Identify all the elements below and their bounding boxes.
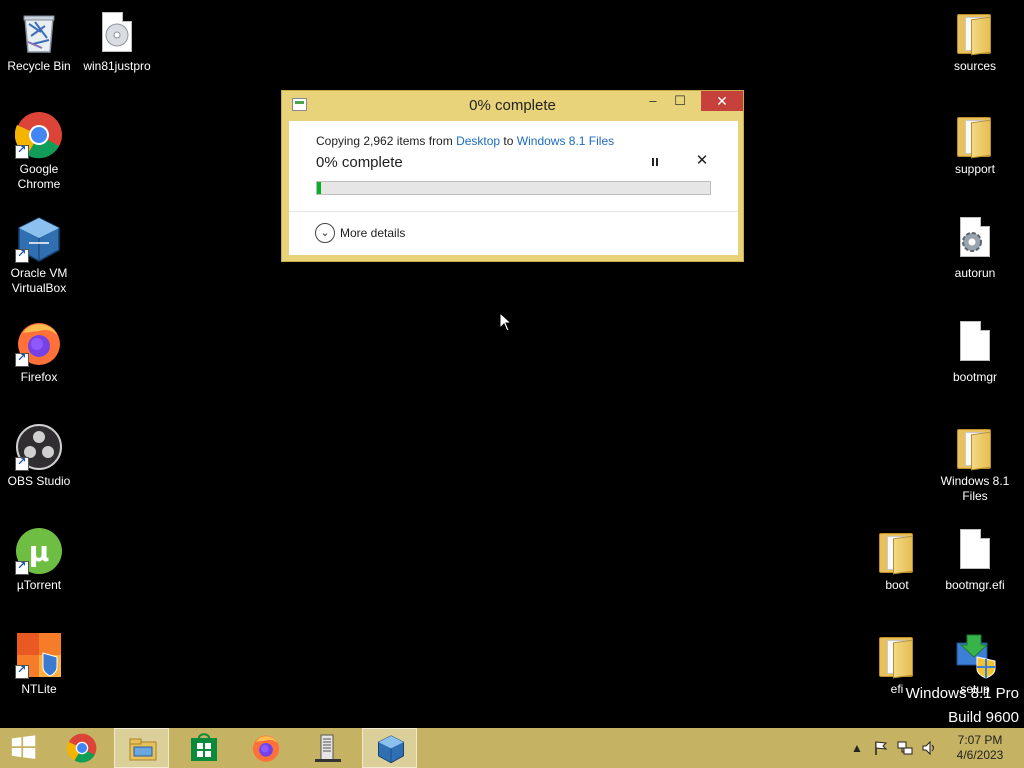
copy-prefix: Copying 2,962 items from: [316, 134, 457, 148]
percent-complete-label: 0% complete: [316, 154, 403, 171]
taskbar-clock[interactable]: 7:07 PM 4/6/2023: [944, 733, 1016, 763]
mouse-cursor-icon: [499, 312, 513, 332]
windows-watermark-edition: Windows 8.1 Pro: [905, 685, 1019, 702]
copy-to-word: to: [500, 134, 517, 148]
windows-watermark-build: Build 9600: [948, 709, 1019, 726]
desktop-icon-label: support: [954, 162, 996, 176]
desktop-icon-windows-8-1-files[interactable]: Windows 8.1 Files: [936, 423, 1014, 504]
desktop-icon-label: Windows 8.1 Files: [940, 474, 1010, 503]
desktop-icon-label: autorun: [954, 266, 996, 280]
chrome-icon: [67, 733, 97, 763]
desktop-icon-label: bootmgr: [952, 370, 998, 384]
folder-icon: [951, 8, 999, 56]
destination-link[interactable]: Windows 8.1 Files: [517, 134, 614, 148]
divider: [289, 211, 738, 212]
desktop-icon-firefox[interactable]: Firefox: [0, 319, 78, 385]
virtualbox-icon: [15, 215, 63, 263]
taskbar-firefox[interactable]: [238, 728, 293, 768]
taskbar-file-explorer[interactable]: [114, 728, 169, 768]
obs-icon: [15, 423, 63, 471]
desktop-icon-label: OBS Studio: [7, 474, 71, 488]
pause-button[interactable]: [649, 155, 661, 169]
chrome-icon: [14, 111, 63, 159]
volume-icon[interactable]: [921, 740, 937, 756]
utorrent-icon: µ: [15, 527, 63, 575]
shortcut-arrow-icon: [15, 143, 29, 159]
desktop-icon-label: bootmgr.efi: [945, 578, 1005, 592]
clock-date: 4/6/2023: [956, 748, 1004, 762]
taskbar: ▲ 7:07 PM 4/6/2023: [0, 728, 1024, 768]
desktop-icon-ntlite[interactable]: NTLite: [0, 631, 78, 697]
desktop-icon-autorun[interactable]: autorun: [936, 215, 1014, 281]
desktop-icon-win81justpro[interactable]: win81justpro: [78, 8, 156, 74]
desktop-icon-label: sources: [953, 59, 997, 73]
cancel-copy-button[interactable]: ✕: [695, 153, 709, 169]
chevron-down-icon[interactable]: ⌄: [315, 223, 335, 243]
desktop-icon-obs-studio[interactable]: OBS Studio: [0, 423, 78, 489]
folder-icon: [873, 631, 921, 679]
taskbar-store[interactable]: [176, 728, 231, 768]
desktop-icon-google-chrome[interactable]: Google Chrome: [0, 111, 78, 192]
desktop-icon-support[interactable]: support: [936, 111, 1014, 177]
progress-fill: [317, 182, 321, 194]
network-icon[interactable]: [897, 740, 913, 756]
shortcut-arrow-icon: [15, 455, 29, 471]
dialog-body: Copying 2,962 items from Desktop to Wind…: [289, 121, 738, 255]
virtualbox-icon: [378, 735, 404, 764]
copy-progress-dialog: 0% complete – ☐ ✕ Copying 2,962 items fr…: [281, 90, 744, 262]
desktop-icon-label: Firefox: [20, 370, 58, 384]
folder-icon: [873, 527, 921, 575]
ntlite-icon: [15, 631, 63, 679]
recycle-bin-icon: [15, 8, 63, 56]
desktop-icon-label: Google Chrome: [17, 162, 61, 191]
setup-icon: [951, 631, 999, 679]
copy-description: Copying 2,962 items from Desktop to Wind…: [316, 134, 614, 148]
desktop-icon-bootmgr-efi[interactable]: bootmgr.efi: [936, 527, 1014, 593]
taskbar-server-app[interactable]: [300, 728, 355, 768]
disc-image-icon: [93, 8, 141, 56]
store-icon: [191, 733, 217, 761]
source-link[interactable]: Desktop: [456, 134, 500, 148]
desktop-icon-recycle-bin[interactable]: Recycle Bin: [0, 8, 78, 74]
shortcut-arrow-icon: [15, 559, 29, 575]
close-button[interactable]: ✕: [701, 91, 743, 111]
minimize-button[interactable]: –: [641, 91, 665, 111]
windows-logo-icon: [11, 735, 36, 759]
shortcut-arrow-icon: [15, 247, 29, 263]
settings-file-icon: [951, 215, 999, 263]
firefox-icon: [15, 319, 63, 367]
taskbar-virtualbox[interactable]: [362, 728, 417, 768]
taskbar-chrome[interactable]: [54, 728, 109, 768]
file-icon: [951, 527, 999, 575]
desktop-icon-label: Recycle Bin: [7, 59, 71, 73]
desktop-icon-label: win81justpro: [83, 59, 151, 73]
desktop-icon-bootmgr[interactable]: bootmgr: [936, 319, 1014, 385]
copy-progress-bar: [316, 181, 711, 195]
show-hidden-icons-button[interactable]: ▲: [849, 740, 865, 756]
desktop-icon-label: µTorrent: [16, 578, 62, 592]
desktop-icon-label: boot: [885, 578, 909, 592]
folder-icon: [951, 111, 999, 159]
more-details-button[interactable]: More details: [340, 226, 405, 240]
firefox-icon: [252, 735, 280, 762]
start-button[interactable]: [0, 728, 55, 768]
clock-time: 7:07 PM: [957, 733, 1003, 747]
svg-text:µ: µ: [29, 535, 50, 568]
action-center-flag-icon[interactable]: [873, 740, 889, 756]
shortcut-arrow-icon: [15, 663, 29, 679]
desktop-icon-label: NTLite: [21, 682, 57, 696]
maximize-button[interactable]: ☐: [668, 91, 692, 111]
desktop-icon-boot[interactable]: boot: [858, 527, 936, 593]
file-icon: [951, 319, 999, 367]
desktop-icon-sources[interactable]: sources: [936, 8, 1014, 74]
desktop-icon-oracle-vm-virtualbox[interactable]: Oracle VM VirtualBox: [0, 215, 78, 296]
shortcut-arrow-icon: [15, 351, 29, 367]
desktop-icon-utorrent[interactable]: µ µTorrent: [0, 527, 78, 593]
folder-icon: [951, 423, 999, 471]
desktop-icon-label: Oracle VM VirtualBox: [10, 266, 68, 295]
server-icon: [315, 734, 341, 762]
file-explorer-icon: [129, 738, 157, 761]
